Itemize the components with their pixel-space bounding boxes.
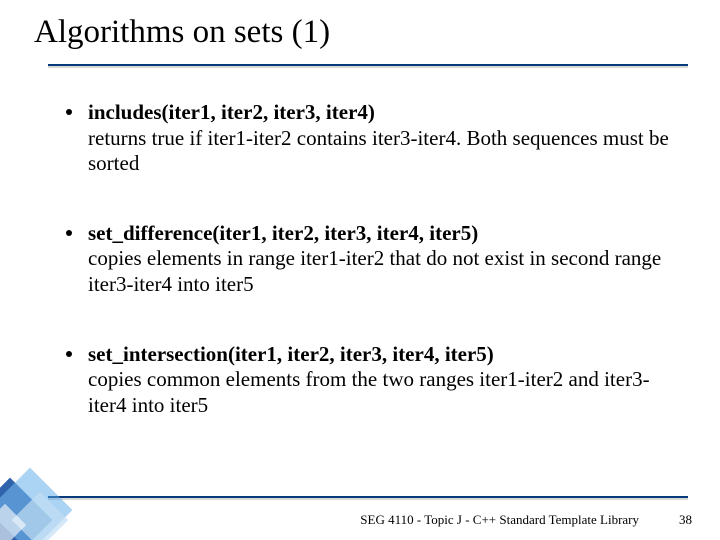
bullet-dot-icon	[66, 230, 72, 236]
bullet-head: includes(iter1, iter2, iter3, iter4)	[88, 100, 688, 126]
page-number: 38	[679, 512, 692, 528]
slide: Algorithms on sets (1) includes(iter1, i…	[0, 0, 720, 540]
slide-footer: SEG 4110 - Topic J - C++ Standard Templa…	[360, 512, 692, 528]
footer-rule	[48, 496, 688, 498]
corner-decoration-icon	[0, 420, 120, 540]
slide-body: includes(iter1, iter2, iter3, iter4) ret…	[88, 100, 688, 418]
bullet-desc: copies common elements from the two rang…	[88, 367, 688, 418]
bullet-dot-icon	[66, 109, 72, 115]
title-underline	[48, 64, 688, 66]
bullet-desc: returns true if iter1-iter2 contains ite…	[88, 126, 688, 177]
bullet-desc: copies elements in range iter1-iter2 tha…	[88, 246, 688, 297]
slide-title: Algorithms on sets (1)	[34, 14, 330, 51]
footer-text: SEG 4110 - Topic J - C++ Standard Templa…	[360, 512, 639, 528]
bullet-head: set_intersection(iter1, iter2, iter3, it…	[88, 342, 688, 368]
bullet-item: set_difference(iter1, iter2, iter3, iter…	[88, 221, 688, 298]
bullet-head: set_difference(iter1, iter2, iter3, iter…	[88, 221, 688, 247]
bullet-item: set_intersection(iter1, iter2, iter3, it…	[88, 342, 688, 419]
bullet-dot-icon	[66, 351, 72, 357]
bullet-item: includes(iter1, iter2, iter3, iter4) ret…	[88, 100, 688, 177]
